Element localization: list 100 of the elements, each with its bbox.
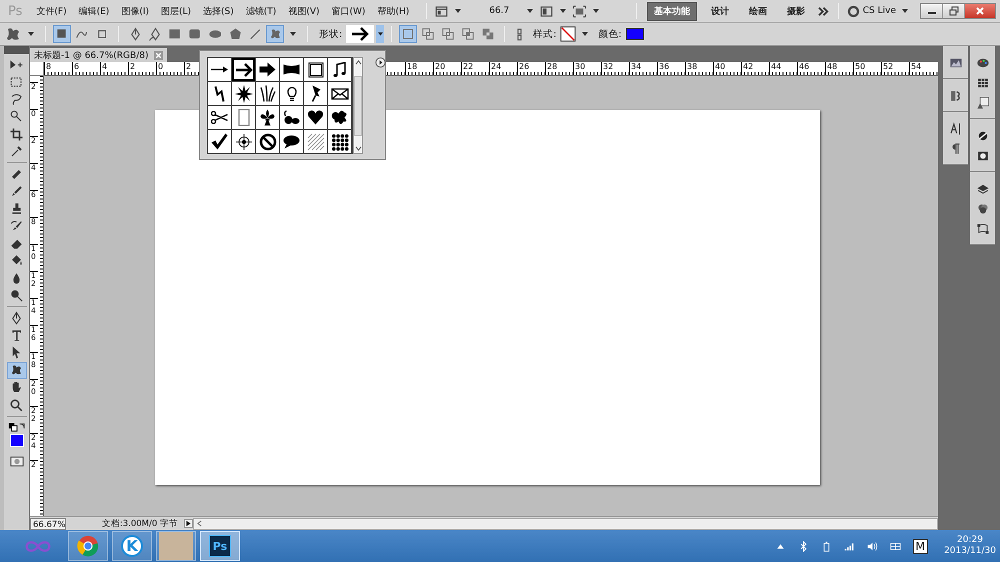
paths-icon[interactable] [976,222,990,236]
clock[interactable]: 20:29 2013/11/30 [940,535,1000,557]
path-mode-button[interactable] [53,25,71,43]
menu-item[interactable]: 图层(L) [161,4,192,18]
menu-item[interactable]: 滤镜(T) [246,4,276,18]
shape-option[interactable] [256,106,279,129]
menu-item[interactable]: 帮助(H) [377,4,410,18]
screen-mode-icon[interactable] [434,4,450,18]
zoom-field[interactable]: 66.67% [30,518,66,530]
volume-icon[interactable] [866,540,878,552]
tool-button[interactable] [6,362,26,380]
ruler-corner[interactable] [30,62,44,76]
channels-icon[interactable] [976,202,990,216]
shape-option[interactable] [328,130,351,153]
minimize-button[interactable] [921,4,943,18]
histogram-icon[interactable] [948,56,962,70]
shape-option[interactable] [256,82,279,105]
foreground-color-swatch[interactable] [10,434,24,447]
taskbar-app[interactable]: Ps [200,531,240,561]
style-swatch[interactable] [560,26,576,42]
shape-option[interactable] [232,58,255,81]
caret-icon[interactable] [902,9,908,13]
shape-option[interactable] [304,58,327,81]
shape-option[interactable] [208,82,231,105]
shape-option[interactable] [304,82,327,105]
zoom-level[interactable]: 66.7 [489,6,510,16]
shape-option[interactable] [280,82,303,105]
menu-item[interactable]: 窗口(W) [332,4,366,18]
workspace-tab[interactable]: 设计 [704,2,735,20]
caret-icon[interactable] [582,32,588,36]
crop-icon [9,126,24,142]
clock-date: 2013/11/30 [944,546,996,557]
caret-icon[interactable] [527,9,534,13]
keyboard-icon[interactable] [890,540,900,552]
workspace-tab[interactable]: 基本功能 [646,2,697,20]
workspace-tab[interactable]: 摄影 [780,2,811,20]
frame-icon [306,60,326,80]
arrange-icon[interactable] [539,4,554,18]
swatches-icon[interactable] [976,76,990,90]
menu-item[interactable]: 图像(I) [121,4,149,18]
taskbar-app[interactable] [68,531,108,561]
shape-option[interactable] [280,106,303,129]
scroll-up-icon[interactable] [354,60,362,65]
shape-option[interactable] [256,130,279,153]
lasso-icon [9,92,24,107]
close-button[interactable] [965,4,995,18]
taskbar-app[interactable]: K [112,531,152,561]
input-method-indicator[interactable]: M [912,538,928,554]
character-icon[interactable] [948,122,962,136]
close-icon[interactable] [154,50,164,60]
splat-icon [331,109,348,126]
caret-icon[interactable] [455,9,462,13]
caret-icon[interactable] [28,32,34,36]
scroll-left-icon[interactable] [197,520,202,527]
shape-dropdown-button[interactable] [376,25,384,43]
layers-icon[interactable] [976,182,990,196]
caret-icon[interactable] [290,32,296,36]
palette-icon[interactable] [976,56,990,70]
styles-icon[interactable] [976,96,990,110]
quick-mask-icon[interactable] [10,456,24,467]
clone-source-icon[interactable] [948,89,962,103]
screen-icon[interactable] [572,4,588,18]
panel-menu-icon[interactable] [375,57,386,68]
caret-icon[interactable] [593,9,600,13]
shape-tool-button[interactable] [266,25,284,43]
menu-item[interactable]: 文件(F) [36,4,67,18]
shape-option[interactable] [232,82,255,105]
color-swatch[interactable] [626,28,644,40]
ellipse-icon [208,30,222,38]
shape-option[interactable] [328,82,351,105]
shape-option[interactable] [304,106,327,129]
shape-option[interactable] [208,58,231,81]
caret-icon[interactable] [560,9,566,13]
shape-option[interactable] [280,130,303,153]
menu-item[interactable]: 视图(V) [288,4,320,18]
combine-mode-button[interactable] [399,25,418,43]
menu-item[interactable]: 编辑(E) [78,4,110,18]
restore-button[interactable] [943,4,965,18]
scroll-down-icon[interactable] [354,146,362,151]
default-colors-icon[interactable] [8,422,26,433]
shape-option[interactable] [280,58,303,81]
play-arrow-icon[interactable] [184,519,193,528]
masks-icon[interactable] [976,149,990,163]
signal-icon[interactable] [844,540,854,552]
horizontal-scrollbar[interactable] [193,518,938,530]
workspace-tab[interactable]: 绘画 [742,2,773,20]
stamp-icon [12,203,22,214]
shape-option[interactable] [328,106,351,129]
shape-option[interactable] [208,130,231,153]
scrollbar[interactable] [353,57,363,154]
cs-live-menu[interactable]: CS Live [862,6,896,16]
shape-option[interactable] [328,58,351,81]
menu-item[interactable]: 选择(S) [203,4,234,18]
shape-preview[interactable] [346,25,374,43]
fill-pixels-icon [98,30,106,38]
color-label: 颜色: [598,28,622,40]
document-tab[interactable]: 未标题-1 @ 66.7%(RGB/8) [30,48,168,62]
shape-option[interactable] [256,58,279,81]
shape-option[interactable] [232,130,255,153]
shape-option[interactable] [208,106,231,129]
